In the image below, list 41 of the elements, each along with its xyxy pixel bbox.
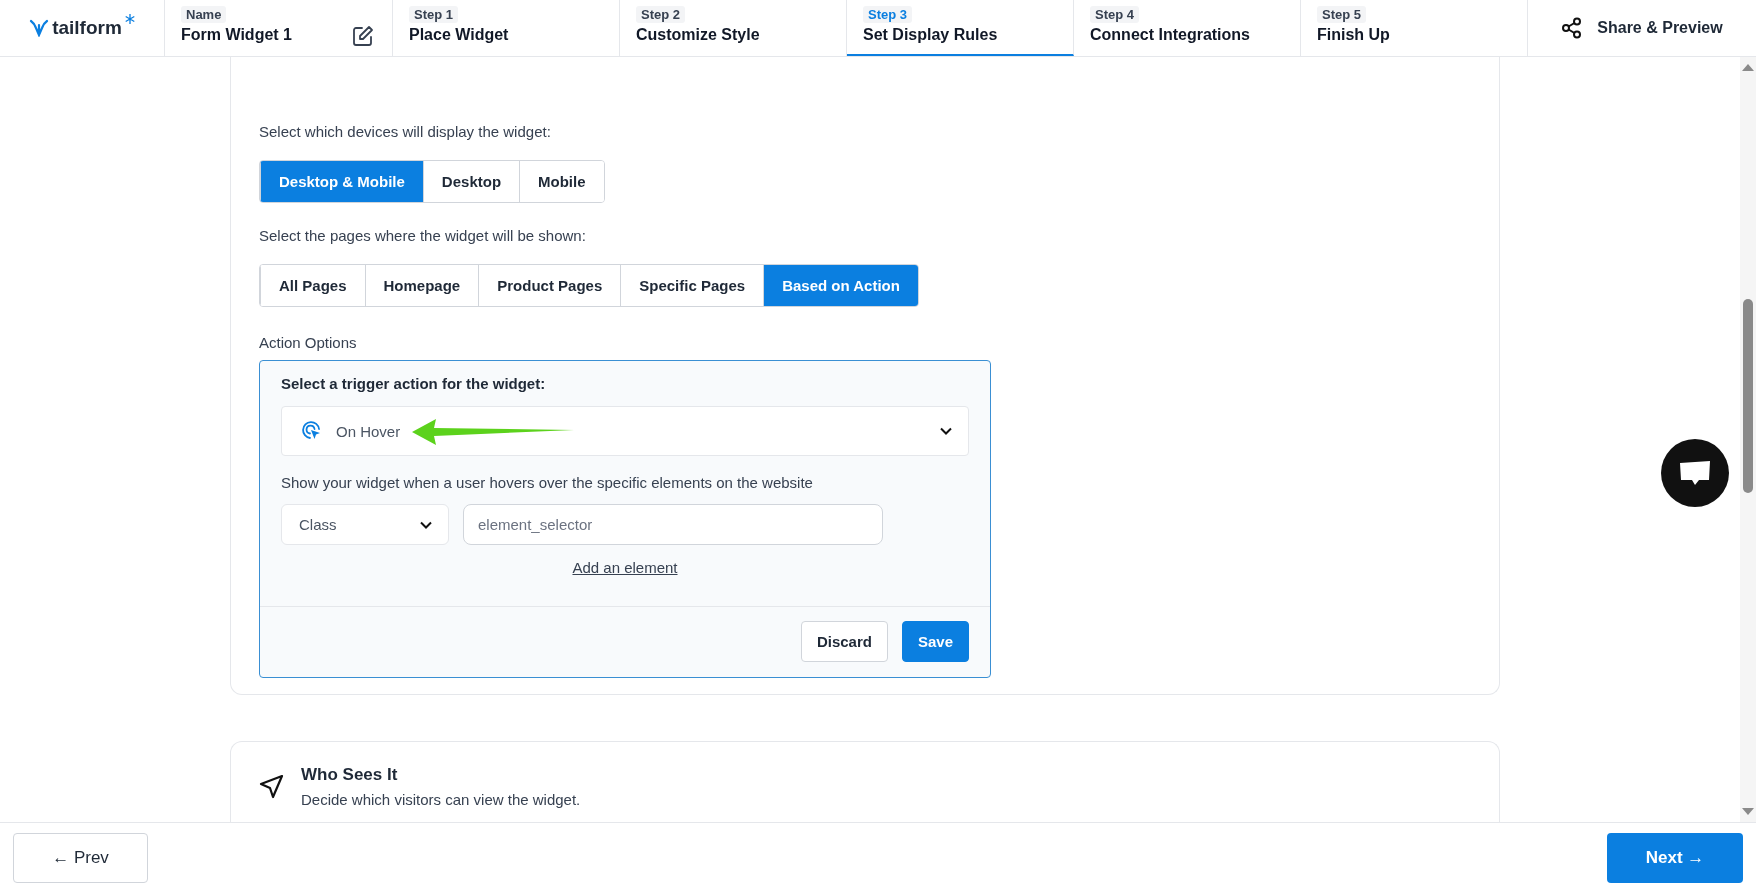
who-sees-it-card[interactable]: Who Sees It Decide which visitors can view the widget.	[230, 741, 1500, 822]
step-tab[interactable]: Step 5 Finish Up	[1301, 0, 1528, 56]
next-button[interactable]: Next →	[1607, 833, 1743, 883]
name-label: Name	[181, 6, 227, 23]
action-options-label: Action Options	[259, 334, 357, 351]
pages-label: Select the pages where the widget will be shown:	[259, 227, 586, 244]
selector-type-dropdown[interactable]: Class	[281, 504, 449, 545]
edit-icon[interactable]	[352, 25, 374, 47]
send-icon	[259, 774, 284, 799]
discard-button[interactable]: Discard	[800, 621, 888, 662]
step-tab[interactable]: Step 1 Place Widget	[393, 0, 620, 56]
scroll-thumb[interactable]	[1743, 299, 1753, 493]
step-tab[interactable]: Step 4 Connect Integrations	[1074, 0, 1301, 56]
share-preview-button[interactable]: Share & Preview	[1528, 0, 1756, 56]
section-title: Who Sees It	[301, 765, 399, 785]
step-tab[interactable]: Step 3 Set Display Rules	[847, 0, 1074, 56]
description-text: Show your widget when a user hovers over the specific elements on the website	[281, 474, 814, 491]
trigger-label: Select a trigger action for the widget:	[281, 375, 547, 392]
option-tab[interactable]: Desktop & Mobile	[260, 161, 423, 202]
scrollbar[interactable]	[1740, 57, 1756, 822]
widget-name: Form Widget 1	[181, 26, 292, 44]
add-element-link[interactable]: Add an element	[572, 559, 678, 576]
save-button[interactable]: Save	[901, 621, 969, 662]
trigger-dropdown[interactable]: On Hover	[281, 406, 969, 456]
chevron-down-icon	[420, 520, 432, 529]
snowflake-icon	[124, 14, 135, 24]
logo-text: tailform	[52, 17, 122, 39]
prev-button[interactable]: ← Prev	[13, 833, 148, 883]
chat-button[interactable]	[1661, 439, 1729, 507]
step-tab[interactable]: Step 2 Customize Style	[620, 0, 847, 56]
option-tab[interactable]: Mobile	[519, 161, 604, 202]
section-description: Decide which visitors can view the widget.	[301, 791, 581, 808]
devices-label: Select which devices will display the widget:	[259, 123, 551, 140]
chevron-down-icon	[940, 427, 952, 435]
click-icon	[302, 421, 322, 441]
logo-icon	[29, 19, 50, 37]
option-tab[interactable]: Based on Action	[763, 265, 918, 306]
selector-field[interactable]: element_selector	[463, 504, 883, 545]
scroll-down-icon[interactable]	[1742, 808, 1754, 816]
share-icon	[1561, 17, 1584, 39]
scroll-up-icon[interactable]	[1742, 63, 1754, 71]
